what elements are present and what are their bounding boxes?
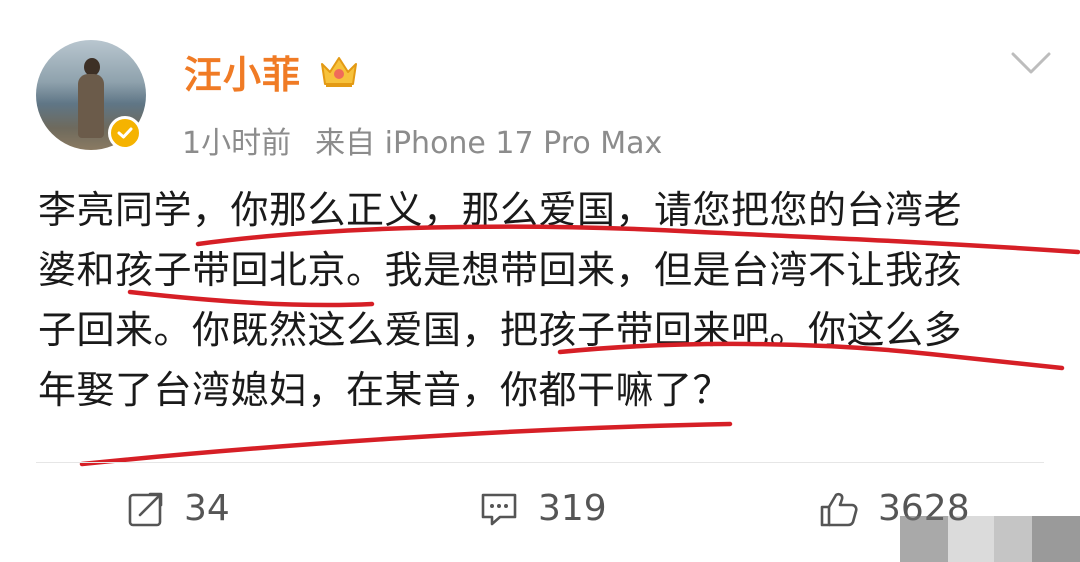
- comment-count: 319: [538, 488, 607, 529]
- comment-button[interactable]: 319: [478, 488, 607, 529]
- crown-vip-icon: [321, 57, 357, 87]
- chevron-down-icon[interactable]: [1010, 50, 1052, 78]
- post-content-line: 子回来。你既然这么爱国，把孩子带回来吧。你这么多: [38, 308, 963, 352]
- mosaic-block: [1032, 516, 1080, 562]
- post-time: 1小时前: [182, 126, 292, 161]
- repost-icon: [128, 492, 163, 526]
- post-content-line: 年娶了台湾媳妇，在某音，你都干嘛了？: [38, 368, 732, 412]
- red-underline-stroke: [79, 421, 733, 467]
- post-content: 李亮同学，你那么正义，那么爱国，请您把您的台湾老 婆和孩子带回北京。我是想带回来…: [38, 180, 1048, 420]
- thumbs-up-icon: [820, 492, 858, 526]
- post-content-line: 李亮同学，你那么正义，那么爱国，请您把您的台湾老: [38, 188, 963, 232]
- verified-badge-icon: [108, 116, 142, 150]
- post-content-line: 婆和孩子带回北京。我是想带回来，但是台湾不让我孩: [38, 248, 963, 292]
- username[interactable]: 汪小菲: [184, 44, 301, 99]
- post-meta: 1小时前 来自 iPhone 17 Pro Max: [182, 118, 662, 162]
- divider: [36, 462, 1044, 463]
- mosaic-block: [900, 516, 948, 562]
- repost-count: 34: [184, 488, 230, 529]
- post-source: 来自 iPhone 17 Pro Max: [315, 126, 663, 161]
- repost-button[interactable]: 34: [126, 488, 230, 529]
- avatar-figure-body: [78, 74, 104, 138]
- mosaic-block: [994, 516, 1032, 562]
- weibo-post: 汪小菲 1小时前 来自 iPhone 17 Pro Max 李亮同学，你那么正义，…: [0, 0, 1080, 562]
- comment-icon: [481, 493, 517, 525]
- mosaic-block: [948, 516, 994, 562]
